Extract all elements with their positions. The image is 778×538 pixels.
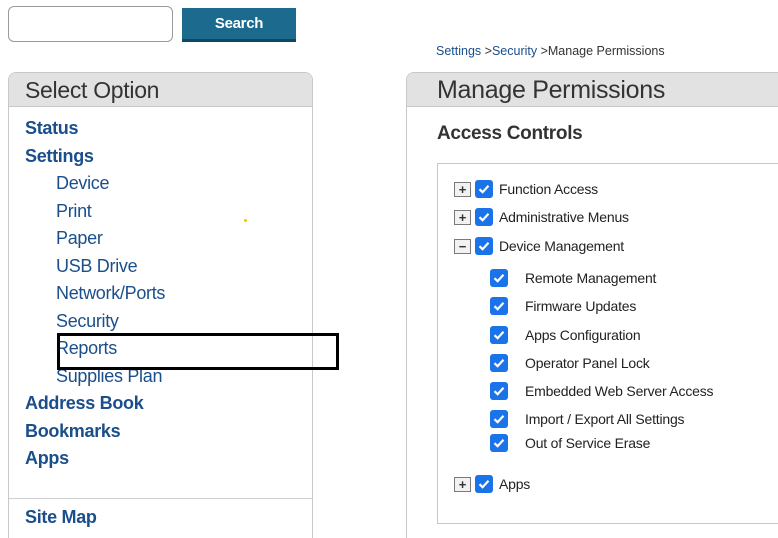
checkmark-icon	[478, 480, 490, 489]
tree-item-label: Import / Export All Settings	[525, 411, 685, 427]
breadcrumb-security[interactable]: Security	[492, 44, 537, 58]
checkmark-icon	[493, 439, 505, 448]
nav-address-book[interactable]: Address Book	[25, 390, 312, 418]
checkbox[interactable]	[475, 237, 493, 255]
expand-icon[interactable]: +	[454, 476, 471, 492]
tree-item-label: Apps	[499, 476, 531, 492]
tree-item-remote-management: Remote Management	[490, 268, 656, 288]
tree-item-embedded-web-server-access: Embedded Web Server Access	[490, 381, 714, 401]
tree-item-label: Apps Configuration	[525, 327, 641, 343]
tree-item-device-management: − Device Management	[454, 236, 624, 256]
nav-device[interactable]: Device	[25, 170, 312, 198]
search-button[interactable]: Search	[182, 8, 296, 42]
collapse-icon[interactable]: −	[454, 238, 471, 254]
expand-icon[interactable]: +	[454, 181, 471, 197]
checkmark-icon	[478, 213, 490, 222]
tree-item-label: Administrative Menus	[499, 209, 629, 225]
checkmark-icon	[493, 415, 505, 424]
highlight-box	[57, 333, 339, 370]
tree-item-import-export-all-settings: Import / Export All Settings	[490, 409, 685, 429]
nav-list: Status Settings Device Print Paper USB D…	[9, 107, 312, 473]
nav-usb-drive[interactable]: USB Drive	[25, 253, 312, 281]
nav-bookmarks[interactable]: Bookmarks	[25, 418, 312, 446]
search-input[interactable]	[8, 6, 173, 42]
checkbox[interactable]	[475, 475, 493, 493]
breadcrumb-current: Manage Permissions	[547, 44, 665, 58]
permissions-tree: + Function Access + Administrative Menus…	[437, 163, 778, 524]
select-option-title: Select Option	[9, 73, 312, 107]
tree-item-operator-panel-lock: Operator Panel Lock	[490, 353, 650, 373]
nav-divider	[9, 498, 312, 499]
checkbox[interactable]	[490, 410, 508, 428]
checkmark-icon	[478, 242, 490, 251]
tree-item-firmware-updates: Firmware Updates	[490, 296, 636, 316]
checkmark-icon	[493, 387, 505, 396]
nav-network-ports[interactable]: Network/Ports	[25, 280, 312, 308]
tree-item-label: Function Access	[499, 181, 598, 197]
checkbox[interactable]	[490, 297, 508, 315]
nav-status[interactable]: Status	[25, 115, 312, 143]
tree-item-label: Operator Panel Lock	[525, 355, 650, 371]
checkmark-icon	[493, 359, 505, 368]
tree-item-label: Device Management	[499, 238, 624, 254]
cursor-dot	[244, 219, 247, 222]
manage-permissions-title: Manage Permissions	[407, 73, 778, 107]
checkmark-icon	[493, 302, 505, 311]
nav-paper[interactable]: Paper	[25, 225, 312, 253]
checkbox[interactable]	[475, 208, 493, 226]
checkmark-icon	[493, 331, 505, 340]
nav-settings[interactable]: Settings	[25, 143, 312, 171]
breadcrumb-separator: >	[481, 44, 492, 58]
checkbox[interactable]	[490, 326, 508, 344]
checkbox[interactable]	[490, 434, 508, 452]
tree-item-label: Embedded Web Server Access	[525, 383, 714, 399]
tree-item-out-of-service-erase: Out of Service Erase	[490, 433, 650, 453]
manage-permissions-panel: Manage Permissions Access Controls + Fun…	[406, 72, 778, 538]
select-option-panel: Select Option Status Settings Device Pri…	[8, 72, 313, 538]
nav-security[interactable]: Security	[25, 308, 312, 336]
breadcrumb-settings[interactable]: Settings	[436, 44, 481, 58]
checkbox[interactable]	[475, 180, 493, 198]
tree-item-administrative-menus: + Administrative Menus	[454, 207, 629, 227]
site-map-link[interactable]: Site Map	[25, 507, 97, 528]
breadcrumb-separator: >	[537, 44, 548, 58]
tree-item-label: Remote Management	[525, 270, 657, 286]
checkbox[interactable]	[490, 382, 508, 400]
nav-apps[interactable]: Apps	[25, 445, 312, 473]
tree-item-apps: + Apps	[454, 474, 530, 494]
checkmark-icon	[493, 274, 505, 283]
tree-item-label: Firmware Updates	[525, 298, 637, 314]
checkmark-icon	[478, 185, 490, 194]
checkbox[interactable]	[490, 269, 508, 287]
expand-icon[interactable]: +	[454, 209, 471, 225]
nav-print[interactable]: Print	[25, 198, 312, 226]
checkbox[interactable]	[490, 354, 508, 372]
tree-item-apps-configuration: Apps Configuration	[490, 325, 641, 345]
breadcrumb: Settings >Security >Manage Permissions	[436, 44, 665, 58]
tree-item-function-access: + Function Access	[454, 179, 598, 199]
access-controls-title: Access Controls	[437, 123, 583, 144]
tree-item-label: Out of Service Erase	[525, 435, 651, 451]
